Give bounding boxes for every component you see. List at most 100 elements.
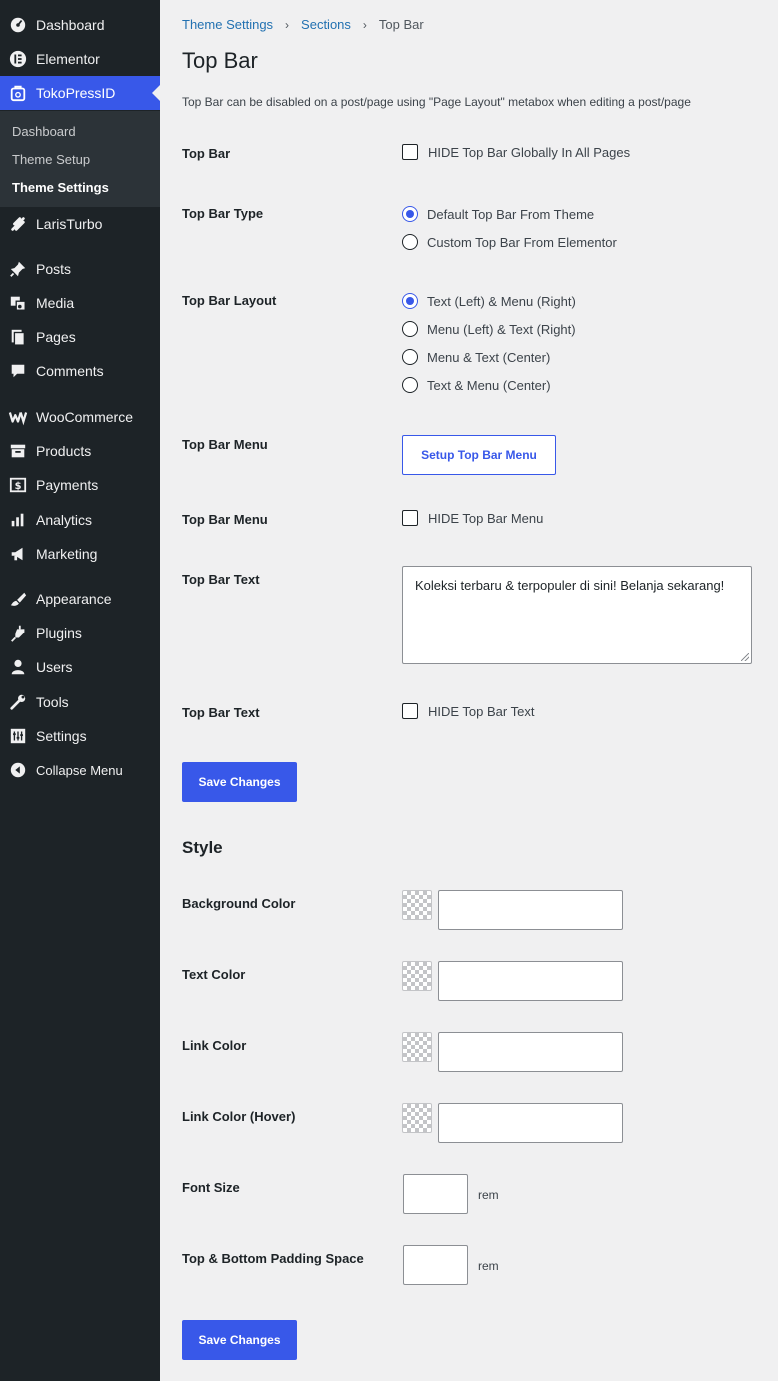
dashboard-icon [8, 15, 28, 35]
radio-button[interactable] [402, 377, 418, 393]
megaphone-icon [8, 544, 28, 564]
link-color-swatch[interactable] [402, 1032, 432, 1062]
hide-top-bar-text-checkbox[interactable] [402, 703, 418, 719]
menu-marketing[interactable]: Marketing [0, 537, 160, 571]
resize-handle[interactable] [741, 653, 749, 661]
submenu-dashboard[interactable]: Dashboard [12, 124, 76, 139]
svg-text:$: $ [15, 481, 22, 492]
media-icon [8, 293, 28, 313]
radio-option-default-top-bar[interactable]: Default Top Bar From Theme [402, 200, 617, 228]
elementor-icon [8, 49, 28, 69]
radio-option-layout-1[interactable]: Text (Left) & Menu (Right) [402, 287, 576, 315]
submenu: Dashboard Theme Setup Theme Settings [0, 111, 160, 207]
radio-label: Menu (Left) & Text (Right) [427, 321, 576, 337]
text-color-swatch[interactable] [402, 961, 432, 991]
menu-pages[interactable]: Pages [0, 320, 160, 354]
radio-label: Text & Menu (Center) [427, 377, 551, 393]
text-color-input[interactable] [438, 961, 623, 1001]
font-size-input[interactable] [403, 1174, 468, 1214]
radio-button[interactable] [402, 321, 418, 337]
tokopress-icon [8, 83, 28, 103]
submenu-theme-settings[interactable]: Theme Settings [12, 180, 109, 195]
background-color-swatch[interactable] [402, 890, 432, 920]
text-color-label: Text Color [182, 967, 246, 982]
link-hover-color-swatch[interactable] [402, 1103, 432, 1133]
hide-top-bar-global-checkbox[interactable] [402, 144, 418, 160]
radio-option-layout-2[interactable]: Menu (Left) & Text (Right) [402, 315, 576, 343]
radio-button[interactable] [402, 234, 418, 250]
background-color-input[interactable] [438, 890, 623, 930]
menu-tokopressid[interactable]: TokoPressID [0, 76, 160, 110]
background-color-label: Background Color [182, 896, 296, 911]
menu-label: Marketing [36, 546, 98, 562]
menu-label: Plugins [36, 625, 82, 641]
radio-option-layout-4[interactable]: Text & Menu (Center) [402, 371, 576, 399]
menu-laristurbo[interactable]: LarisTurbo [0, 207, 160, 241]
pin-icon [8, 259, 28, 279]
top-bar-type-radio-group: Default Top Bar From Theme Custom Top Ba… [402, 200, 617, 256]
menu-media[interactable]: Media [0, 286, 160, 320]
menu-comments[interactable]: Comments [0, 354, 160, 388]
menu-label: Dashboard [36, 17, 105, 33]
menu-label: Tools [36, 694, 69, 710]
menu-elementor[interactable]: Elementor [0, 42, 160, 76]
menu-label: Comments [36, 363, 104, 379]
menu-users[interactable]: Users [0, 650, 160, 684]
menu-payments[interactable]: $ Payments [0, 468, 160, 502]
checkbox-label: HIDE Top Bar Menu [428, 510, 544, 526]
checkbox-label: HIDE Top Bar Text [428, 703, 535, 719]
user-icon [8, 657, 28, 677]
radio-button[interactable] [402, 349, 418, 365]
menu-appearance[interactable]: Appearance [0, 582, 160, 616]
radio-option-layout-3[interactable]: Menu & Text (Center) [402, 343, 576, 371]
menu-label: Users [36, 659, 73, 675]
padding-input[interactable] [403, 1245, 468, 1285]
top-bar-text-textarea[interactable]: Koleksi terbaru & terpopuler di sini! Be… [402, 566, 752, 664]
collapse-icon [8, 760, 28, 780]
wrench-icon [8, 692, 28, 712]
hide-top-bar-text-option[interactable]: HIDE Top Bar Text [402, 703, 534, 719]
hide-top-bar-menu-option[interactable]: HIDE Top Bar Menu [402, 510, 543, 526]
font-size-label: Font Size [182, 1180, 240, 1195]
menu-dashboard[interactable]: Dashboard [0, 8, 160, 42]
setup-top-bar-menu-button[interactable]: Setup Top Bar Menu [402, 435, 556, 475]
archive-icon [8, 441, 28, 461]
top-bar-type-label: Top Bar Type [182, 206, 264, 221]
link-hover-color-input[interactable] [438, 1103, 623, 1143]
submenu-theme-setup[interactable]: Theme Setup [12, 152, 90, 167]
menu-posts[interactable]: Posts [0, 252, 160, 286]
radio-label: Custom Top Bar From Elementor [427, 234, 617, 250]
menu-label: TokoPressID [36, 85, 116, 101]
current-arrow [152, 85, 160, 101]
menu-tools[interactable]: Tools [0, 685, 160, 719]
menu-collapse[interactable]: Collapse Menu [0, 753, 160, 787]
menu-settings[interactable]: Settings [0, 719, 160, 753]
save-changes-button-bottom[interactable]: Save Changes [182, 1320, 297, 1360]
breadcrumb-theme-settings[interactable]: Theme Settings [182, 17, 273, 32]
menu-label: Elementor [36, 51, 100, 67]
radio-option-custom-top-bar[interactable]: Custom Top Bar From Elementor [402, 228, 617, 256]
top-bar-text-label: Top Bar Text [182, 572, 260, 587]
dollar-icon: $ [8, 475, 28, 495]
bar-chart-icon [8, 510, 28, 530]
menu-label: Media [36, 295, 75, 311]
save-changes-button[interactable]: Save Changes [182, 762, 297, 802]
menu-woocommerce[interactable]: WooCommerce [0, 400, 160, 434]
hide-top-bar-menu-checkbox[interactable] [402, 510, 418, 526]
page-title: Top Bar [182, 48, 258, 73]
menu-label: Posts [36, 261, 72, 277]
settings-icon [8, 726, 28, 746]
menu-label: LarisTurbo [36, 216, 103, 232]
radio-button[interactable] [402, 293, 418, 309]
font-size-unit: rem [478, 1188, 499, 1202]
laristurbo-icon [8, 214, 28, 234]
link-color-label: Link Color [182, 1038, 247, 1053]
radio-button[interactable] [402, 206, 418, 222]
menu-products[interactable]: Products [0, 434, 160, 468]
menu-plugins[interactable]: Plugins [0, 616, 160, 650]
hide-top-bar-global-option[interactable]: HIDE Top Bar Globally In All Pages [402, 144, 630, 160]
breadcrumb-sections[interactable]: Sections [301, 17, 351, 32]
menu-analytics[interactable]: Analytics [0, 503, 160, 537]
link-color-input[interactable] [438, 1032, 623, 1072]
menu-label: WooCommerce [36, 409, 133, 425]
